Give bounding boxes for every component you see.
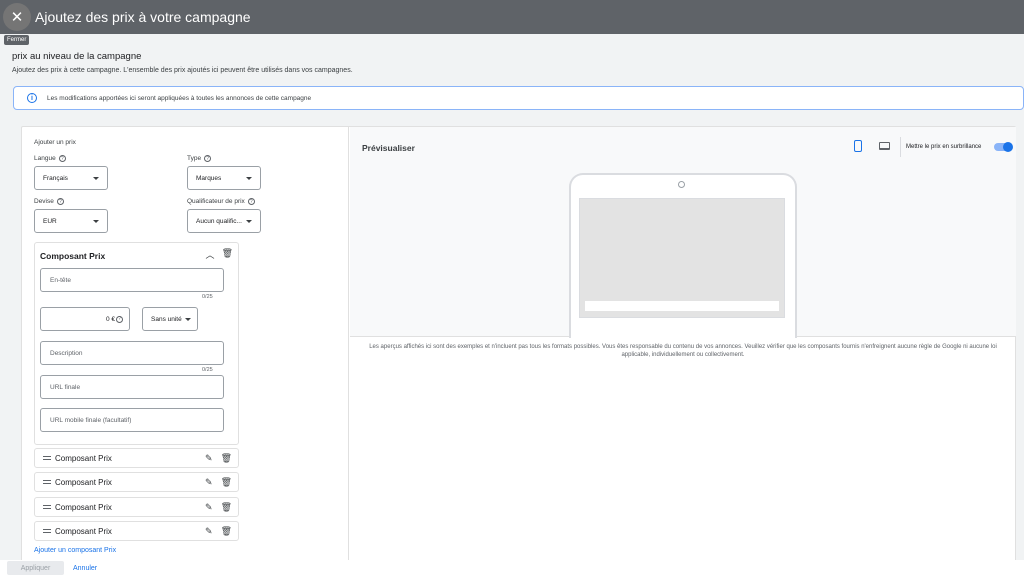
price-form: Ajouter un prix Langue ? Français Type ?… (22, 127, 349, 565)
dropdown-arrow-icon (93, 177, 99, 180)
section-title: prix au niveau de la campagne (12, 51, 142, 62)
dialog-footer: Appliquer Annuler (0, 560, 1024, 576)
collapsed-component-row[interactable]: Composant Prix ✎ 🗑 (34, 472, 239, 492)
price-value: 0 € (105, 315, 115, 323)
language-label-text: Langue (34, 155, 56, 162)
mobile-url-placeholder: URL mobile finale (facultatif) (50, 416, 132, 424)
dropdown-arrow-icon (93, 220, 99, 223)
final-url-input[interactable]: URL finale (40, 375, 224, 399)
header-input[interactable]: En-tête (40, 268, 224, 292)
language-select-value: Français (43, 174, 68, 182)
component-label: Composant Prix (55, 502, 112, 512)
close-button[interactable]: ✕ (3, 3, 31, 31)
help-icon[interactable]: ? (58, 155, 66, 162)
qualifier-select-value: Aucun qualific... (196, 217, 242, 225)
ad-preview-line (585, 301, 779, 311)
toggle-knob (1003, 142, 1013, 152)
component-label: Composant Prix (55, 453, 112, 463)
currency-label-text: Devise (34, 198, 54, 205)
form-heading: Ajouter un prix (34, 139, 76, 146)
dropdown-arrow-icon (246, 177, 252, 180)
highlight-toggle[interactable] (994, 142, 1013, 152)
dropdown-arrow-icon (246, 220, 252, 223)
toolbar-divider (900, 137, 901, 157)
section-subtitle: Ajoutez des prix à cette campagne. L'ens… (12, 67, 353, 74)
delete-icon[interactable]: 🗑 (222, 248, 233, 261)
price-editor-card: Ajouter un prix Langue ? Français Type ?… (21, 126, 1016, 566)
preview-area: Prévisualiser Mettre le prix en surbrill… (350, 127, 1016, 338)
edit-icon[interactable]: ✎ (205, 477, 213, 488)
currency-label: Devise ? (34, 198, 64, 205)
header-input-placeholder: En-tête (50, 276, 71, 284)
close-tooltip: Fermer (4, 35, 30, 45)
help-icon[interactable]: ? (56, 198, 64, 205)
delete-icon[interactable]: 🗑 (221, 477, 232, 488)
header-counter: 0/25 (202, 294, 213, 300)
info-banner: i Les modifications apportées ici seront… (13, 86, 1024, 110)
final-url-placeholder: URL finale (50, 383, 81, 391)
drag-handle-icon[interactable] (43, 456, 51, 460)
description-counter: 0/25 (202, 367, 213, 373)
collapse-icon[interactable]: ︿ (206, 248, 215, 261)
currency-select-value: EUR (43, 217, 57, 225)
add-component-link[interactable]: Ajouter un composant Prix (34, 547, 116, 554)
cancel-button[interactable]: Annuler (73, 565, 97, 572)
component-title: Composant Prix (40, 251, 106, 261)
collapsed-component-row[interactable]: Composant Prix ✎ 🗑 (34, 448, 239, 468)
qualifier-label: Qualificateur de prix ? (187, 198, 255, 205)
qualifier-label-text: Qualificateur de prix (187, 198, 245, 205)
unit-select[interactable]: Sans unité (142, 307, 198, 331)
close-icon: ✕ (10, 9, 24, 26)
edit-icon[interactable]: ✎ (205, 526, 213, 537)
type-select-value: Marques (196, 174, 222, 182)
type-label: Type ? (187, 155, 212, 162)
help-icon[interactable]: ? (204, 155, 212, 162)
dialog-header: ✕ Ajoutez des prix à votre campagne (0, 0, 1024, 34)
qualifier-select[interactable]: Aucun qualific... (187, 209, 261, 233)
description-input[interactable]: Description (40, 341, 224, 365)
collapsed-component-row[interactable]: Composant Prix ✎ 🗑 (34, 497, 239, 517)
mobile-device-icon[interactable] (854, 140, 862, 152)
info-icon: i (27, 93, 37, 103)
help-icon[interactable]: ? (116, 315, 123, 323)
phone-camera (678, 181, 685, 188)
phone-frame (569, 173, 797, 338)
help-icon[interactable]: ? (247, 198, 255, 205)
dialog-title: Ajoutez des prix à votre campagne (35, 9, 251, 25)
component-label: Composant Prix (55, 477, 112, 487)
drag-handle-icon[interactable] (43, 480, 51, 484)
unit-select-value: Sans unité (151, 315, 182, 323)
component-label: Composant Prix (55, 526, 112, 536)
apply-button[interactable]: Appliquer (7, 561, 64, 575)
description-input-placeholder: Description (50, 349, 83, 357)
language-select[interactable]: Français (34, 166, 108, 190)
delete-icon[interactable]: 🗑 (221, 502, 232, 513)
dropdown-arrow-icon (185, 318, 191, 321)
type-select[interactable]: Marques (187, 166, 261, 190)
preview-disclaimer: Les aperçus affichés ici sont des exempl… (369, 344, 997, 359)
edit-icon[interactable]: ✎ (205, 453, 213, 464)
type-label-text: Type (187, 155, 202, 162)
price-component-expanded: Composant Prix ︿ 🗑 En-tête 0/25 0 € ? Sa… (34, 242, 239, 445)
currency-select[interactable]: EUR (34, 209, 108, 233)
price-input[interactable]: 0 € ? (40, 307, 130, 331)
language-label: Langue ? (34, 155, 66, 162)
collapsed-component-row[interactable]: Composant Prix ✎ 🗑 (34, 521, 239, 541)
highlight-toggle-label: Mettre le prix en surbrillance (906, 144, 982, 150)
delete-icon[interactable]: 🗑 (221, 526, 232, 537)
drag-handle-icon[interactable] (43, 505, 51, 509)
preview-pane: Prévisualiser Mettre le prix en surbrill… (350, 127, 1016, 565)
preview-title: Prévisualiser (362, 143, 415, 153)
delete-icon[interactable]: 🗑 (221, 453, 232, 464)
info-banner-text: Les modifications apportées ici seront a… (47, 94, 312, 102)
drag-handle-icon[interactable] (43, 529, 51, 533)
mobile-url-input[interactable]: URL mobile finale (facultatif) (40, 408, 224, 432)
edit-icon[interactable]: ✎ (205, 502, 213, 513)
desktop-device-icon[interactable] (879, 142, 890, 150)
ad-preview-placeholder (579, 198, 785, 318)
